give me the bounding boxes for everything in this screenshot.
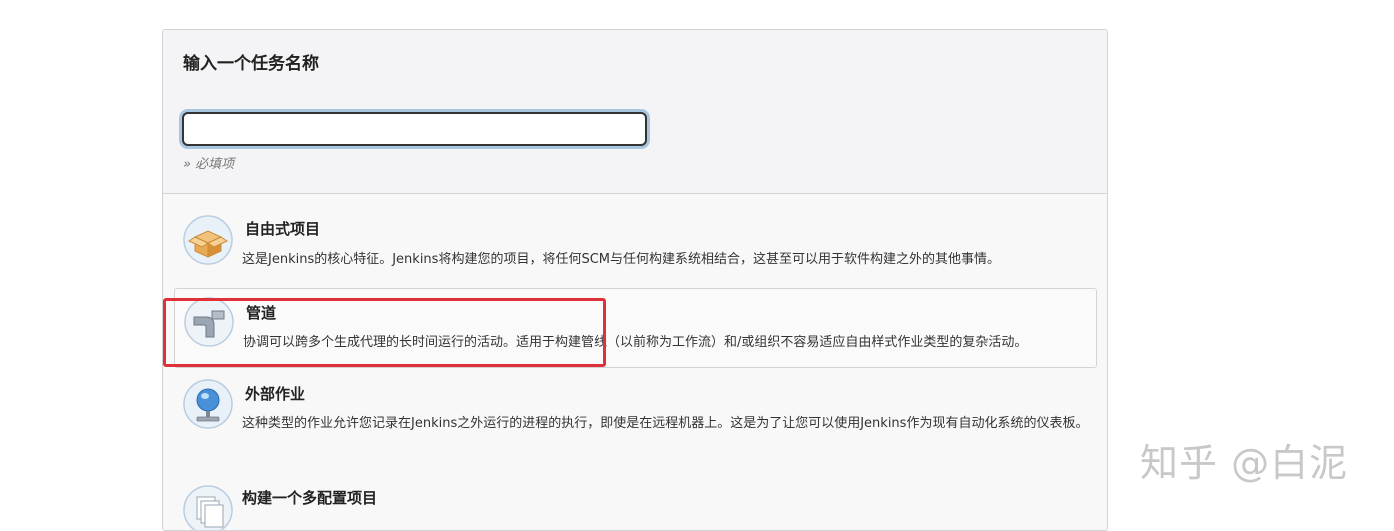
- item-title: 管道: [246, 304, 277, 322]
- item-description: 这种类型的作业允许您记录在Jenkins之外运行的进程的执行，即使是在远程机器上…: [242, 416, 1089, 431]
- watermark-text: 知乎 @白泥: [1140, 441, 1349, 485]
- item-name-input[interactable]: [182, 112, 647, 146]
- external-job-monitor-icon: [183, 379, 233, 429]
- item-name-label: 输入一个任务名称: [183, 54, 319, 74]
- item-external-job[interactable]: 外部作业 这种类型的作业允许您记录在Jenkins之外运行的进程的执行，即使是在…: [163, 377, 1107, 459]
- item-freestyle-project[interactable]: 自由式项目 这是Jenkins的核心特征。Jenkins将构建您的项目，将任何S…: [163, 212, 1107, 282]
- pipeline-pipe-icon: [184, 297, 234, 347]
- item-multi-config-project[interactable]: 构建一个多配置项目: [163, 481, 1107, 530]
- item-title: 外部作业: [245, 385, 306, 403]
- required-hint: » 必填项: [183, 157, 235, 172]
- item-title: 自由式项目: [245, 220, 321, 238]
- new-item-panel: 输入一个任务名称 » 必填项 自由式项目 这是Jenkins的核心特征。Jenk…: [162, 29, 1108, 531]
- item-description: 协调可以跨多个生成代理的长时间运行的活动。适用于构建管线（以前称为工作流）和/或…: [243, 335, 1028, 350]
- multi-config-icon: [183, 485, 233, 530]
- item-description: 这是Jenkins的核心特征。Jenkins将构建您的项目，将任何SCM与任何构…: [242, 252, 1000, 267]
- item-pipeline[interactable]: 管道 协调可以跨多个生成代理的长时间运行的活动。适用于构建管线（以前称为工作流）…: [174, 288, 1097, 368]
- item-title: 构建一个多配置项目: [242, 489, 378, 507]
- freestyle-box-icon: [183, 215, 233, 265]
- item-name-section: 输入一个任务名称 » 必填项: [163, 30, 1107, 194]
